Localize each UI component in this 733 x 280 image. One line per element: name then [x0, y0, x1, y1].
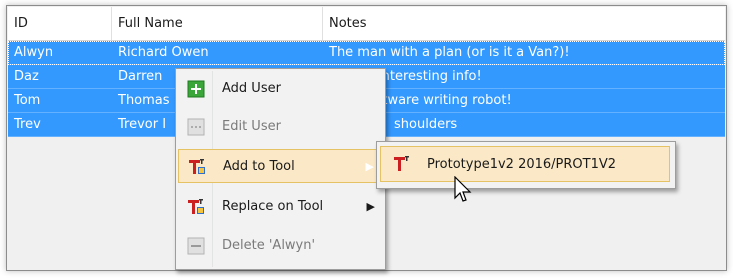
- cell-notes: shoulders: [394, 117, 458, 132]
- cell-notes: ftware writing robot!: [378, 93, 512, 108]
- table-row[interactable]: Alwyn Richard Owen The man with a plan (…: [8, 41, 725, 65]
- add-to-tool-submenu: Prototype1v2 2016/PROT1V2: [376, 141, 676, 189]
- menu-item-label: Add User: [222, 81, 281, 96]
- context-menu: Add User Edit User Add to Tool ▶ Replace…: [175, 68, 386, 270]
- tool-icon: [394, 156, 409, 171]
- submenu-arrow-icon: ▶: [366, 200, 375, 213]
- menu-item-add-user[interactable]: Add User: [178, 72, 381, 106]
- grid-header: ID Full Name Notes: [8, 7, 725, 41]
- column-header-full-name[interactable]: Full Name: [112, 7, 323, 40]
- cell-full-name: Richard Owen: [118, 45, 209, 60]
- mouse-pointer-icon: [454, 176, 472, 202]
- column-header-notes[interactable]: Notes: [323, 7, 725, 40]
- submenu-item-prototype[interactable]: Prototype1v2 2016/PROT1V2: [380, 146, 670, 182]
- menu-item-label: Add to Tool: [223, 159, 295, 174]
- menu-item-add-to-tool[interactable]: Add to Tool ▶: [178, 149, 381, 183]
- tool-icon: [189, 159, 205, 174]
- menu-item-delete-user[interactable]: Delete 'Alwyn': [178, 229, 381, 263]
- menu-item-label: Delete 'Alwyn': [222, 238, 316, 253]
- cell-id: Tom: [14, 93, 41, 108]
- menu-item-label: Replace on Tool: [222, 199, 324, 214]
- submenu-arrow-icon: ▶: [365, 160, 374, 173]
- add-user-icon: [187, 80, 205, 98]
- cell-id: Trev: [14, 117, 41, 132]
- cell-notes: The man with a plan (or is it a Van?)!: [329, 45, 570, 60]
- menu-item-label: Edit User: [222, 119, 281, 134]
- menu-item-replace-on-tool[interactable]: Replace on Tool ▶: [178, 190, 381, 224]
- cell-notes: interesting info!: [378, 69, 482, 84]
- delete-icon: [187, 237, 205, 255]
- menu-item-edit-user[interactable]: Edit User: [178, 110, 381, 144]
- cell-id: Alwyn: [14, 45, 54, 60]
- edit-user-icon: [187, 118, 205, 136]
- cell-id: Daz: [14, 69, 39, 84]
- column-header-id[interactable]: ID: [8, 7, 112, 40]
- tool-icon: [188, 199, 204, 214]
